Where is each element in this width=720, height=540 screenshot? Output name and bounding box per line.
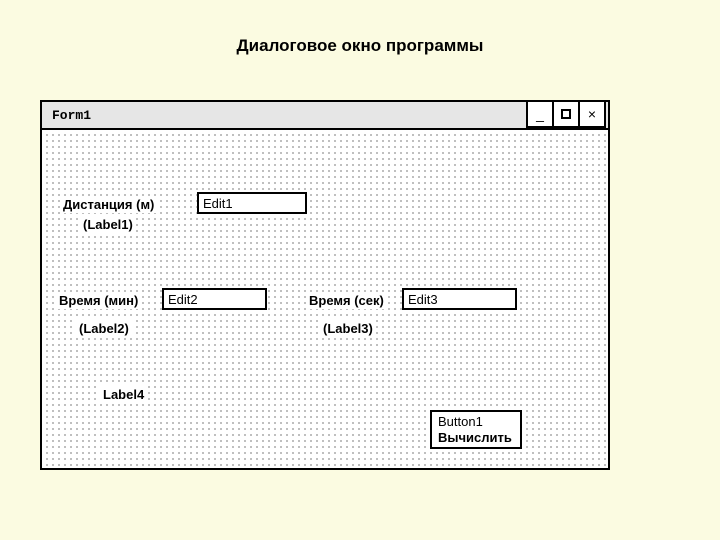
compute-button[interactable]: Button1 Вычислить [430,410,522,449]
window-controls: _ × [528,100,606,128]
label-distance-sub: (Label1) [80,216,136,233]
maximize-button[interactable] [552,100,580,128]
minimize-button[interactable]: _ [526,100,554,128]
form-window: Form1 _ × Дистанция (м) (Label1) Edit1 В… [40,100,610,470]
button-caption: Вычислить [438,430,514,446]
label-time-min-sub: (Label2) [76,320,132,337]
titlebar: Form1 _ × [42,102,608,130]
edit2-field[interactable]: Edit2 [162,288,267,310]
page-title: Диалоговое окно программы [0,36,720,56]
label-time-min: Время (мин) [56,292,141,309]
window-title: Form1 [42,108,91,123]
edit1-field[interactable]: Edit1 [197,192,307,214]
label4: Label4 [100,386,147,403]
square-icon [561,109,571,119]
button-design-name: Button1 [438,414,514,430]
edit3-field[interactable]: Edit3 [402,288,517,310]
label-time-sec-sub: (Label3) [320,320,376,337]
form-client-area: Дистанция (м) (Label1) Edit1 Время (мин)… [42,130,608,468]
label-time-sec: Время (сек) [306,292,387,309]
close-button[interactable]: × [578,100,606,128]
label-distance: Дистанция (м) [60,196,157,213]
